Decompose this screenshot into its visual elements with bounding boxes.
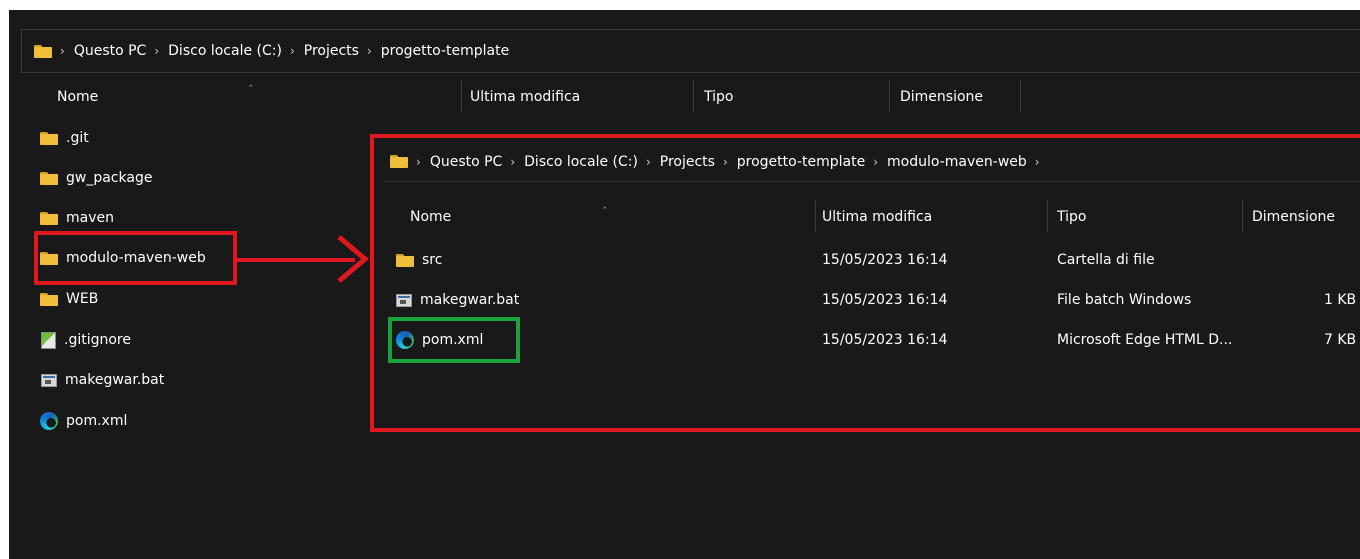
folder-icon xyxy=(390,155,408,168)
column-header-ultima-modifica[interactable]: Ultima modifica xyxy=(470,78,690,116)
subfolder-explorer-panel: › Questo PC › Disco locale (C:) › Projec… xyxy=(370,134,1360,432)
list-item-gw-package[interactable]: gw_package xyxy=(40,167,152,189)
column-divider[interactable] xyxy=(889,80,890,112)
column-header-nome[interactable]: Nome xyxy=(410,198,810,236)
column-divider[interactable] xyxy=(1242,200,1243,232)
list-item-makegwar-bat[interactable]: makegwar.bat xyxy=(41,369,164,391)
arrow-head-icon xyxy=(337,235,369,283)
chevron-right-icon[interactable]: › xyxy=(646,155,651,169)
folder-icon xyxy=(396,253,414,267)
chevron-right-icon[interactable]: › xyxy=(367,44,372,58)
column-header-ultima-modifica[interactable]: Ultima modifica xyxy=(822,198,1042,236)
list-item-pom-xml[interactable]: pom.xml xyxy=(40,410,127,432)
chevron-right-icon[interactable]: › xyxy=(510,155,515,169)
file-size: 1 KB xyxy=(1324,292,1357,308)
highlight-box-red xyxy=(34,231,237,285)
breadcrumb-questo-pc[interactable]: Questo PC xyxy=(74,43,147,59)
column-divider[interactable] xyxy=(815,200,816,232)
folder-icon xyxy=(34,44,52,58)
file-modified: 15/05/2023 16:14 xyxy=(822,252,948,268)
chevron-right-icon[interactable]: › xyxy=(60,44,65,58)
list-item-gitignore[interactable]: .gitignore xyxy=(41,329,131,351)
file-name: .gitignore xyxy=(64,332,131,348)
file-name: WEB xyxy=(66,291,99,307)
chevron-right-icon[interactable]: › xyxy=(873,155,878,169)
highlight-box-green xyxy=(388,317,520,363)
file-name: makegwar.bat xyxy=(420,292,520,308)
address-bar-subfolder[interactable]: › Questo PC › Disco locale (C:) › Projec… xyxy=(384,142,1360,182)
file-modified: 15/05/2023 16:14 xyxy=(822,292,948,308)
file-name: src xyxy=(422,252,443,268)
breadcrumb-disco-locale[interactable]: Disco locale (C:) xyxy=(524,154,638,170)
column-header-dimensione[interactable]: Dimensione xyxy=(1252,198,1360,236)
column-divider[interactable] xyxy=(1047,200,1048,232)
breadcrumb-disco-locale[interactable]: Disco locale (C:) xyxy=(168,43,282,59)
file-name: gw_package xyxy=(66,170,153,186)
breadcrumb-modulo-maven-web[interactable]: modulo-maven-web xyxy=(887,154,1027,170)
file-explorer-window: › Questo PC › Disco locale (C:) › Projec… xyxy=(9,10,1360,559)
column-header-tipo[interactable]: Tipo xyxy=(704,78,884,116)
file-name: .git xyxy=(66,130,89,146)
list-item-web[interactable]: WEB xyxy=(40,288,98,310)
list-item-src[interactable]: src xyxy=(396,249,442,271)
folder-icon xyxy=(40,131,58,145)
chevron-right-icon[interactable]: › xyxy=(416,155,421,169)
file-modified: 15/05/2023 16:14 xyxy=(822,332,948,348)
file-size: 7 KB xyxy=(1324,332,1357,348)
column-divider[interactable] xyxy=(1020,80,1021,112)
list-item-maven[interactable]: maven xyxy=(40,207,114,229)
file-name: makegwar.bat xyxy=(65,372,165,388)
list-item-git[interactable]: .git xyxy=(40,127,89,149)
file-type: Cartella di file xyxy=(1057,252,1155,268)
batch-file-icon xyxy=(41,373,57,387)
column-header-tipo[interactable]: Tipo xyxy=(1057,198,1237,236)
file-name: pom.xml xyxy=(66,413,128,429)
file-type: Microsoft Edge HTML D... xyxy=(1057,332,1233,348)
gitignore-file-icon xyxy=(41,331,56,349)
chevron-right-icon[interactable]: › xyxy=(154,44,159,58)
breadcrumb-questo-pc[interactable]: Questo PC xyxy=(430,154,503,170)
list-item-makegwar-bat[interactable]: makegwar.bat xyxy=(396,289,519,311)
folder-icon xyxy=(40,171,58,185)
address-bar[interactable]: › Questo PC › Disco locale (C:) › Projec… xyxy=(21,29,1360,73)
chevron-right-icon[interactable]: › xyxy=(1035,155,1040,169)
column-header-dimensione[interactable]: Dimensione xyxy=(900,78,1020,116)
breadcrumb-progetto-template[interactable]: progetto-template xyxy=(737,154,865,170)
column-divider[interactable] xyxy=(693,80,694,112)
column-header-nome[interactable]: Nome xyxy=(57,78,457,116)
breadcrumb-projects[interactable]: Projects xyxy=(304,43,359,59)
breadcrumb-projects[interactable]: Projects xyxy=(660,154,715,170)
batch-file-icon xyxy=(396,293,412,307)
chevron-right-icon[interactable]: › xyxy=(723,155,728,169)
file-name: maven xyxy=(66,210,114,226)
file-type: File batch Windows xyxy=(1057,292,1192,308)
folder-icon xyxy=(40,211,58,225)
chevron-right-icon[interactable]: › xyxy=(290,44,295,58)
breadcrumb-progetto-template[interactable]: progetto-template xyxy=(381,43,509,59)
edge-icon xyxy=(40,412,58,430)
folder-icon xyxy=(40,292,58,306)
column-divider[interactable] xyxy=(461,80,462,112)
